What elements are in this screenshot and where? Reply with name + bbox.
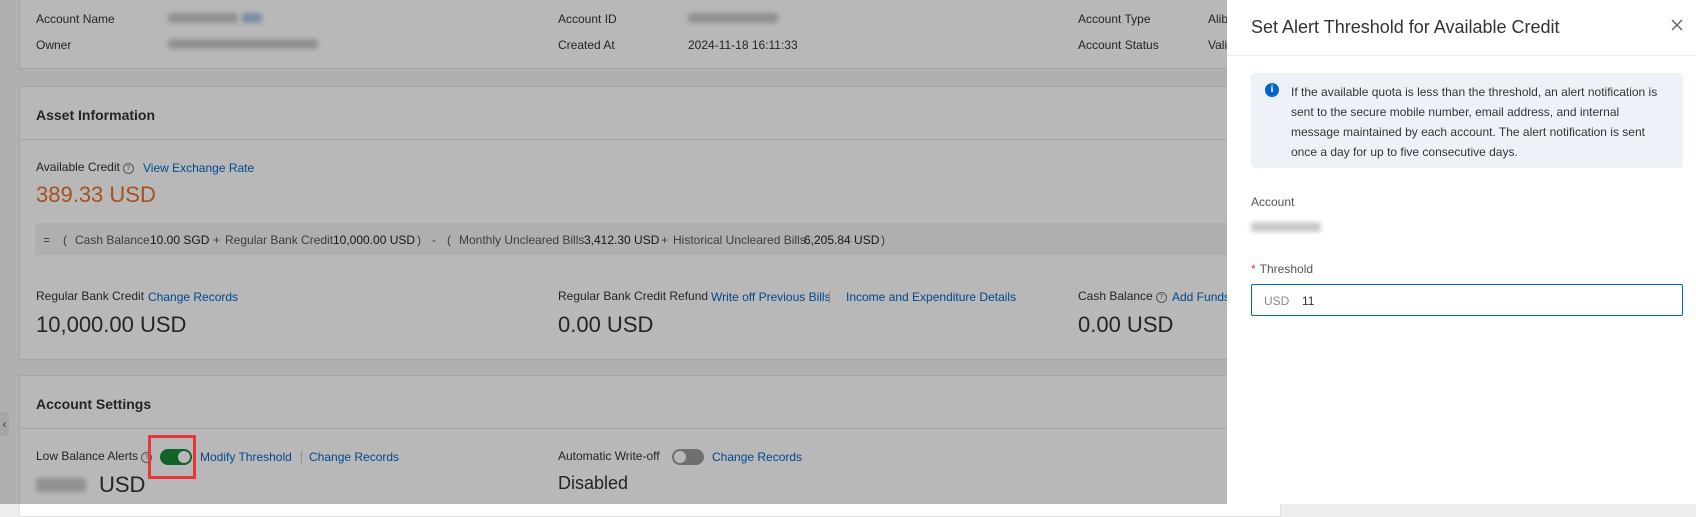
account-field-label: Account (1251, 195, 1295, 209)
threshold-input-value[interactable]: 11 (1302, 294, 1314, 308)
info-circle-icon: i (1265, 83, 1279, 97)
close-icon-svg (1671, 19, 1683, 31)
modal-mask[interactable] (0, 0, 1227, 504)
alert-threshold-drawer: Set Alert Threshold for Available Credit… (1227, 0, 1696, 504)
account-field-value (1251, 222, 1321, 232)
alert-text: If the available quota is less than the … (1291, 85, 1658, 159)
currency-prefix: USD (1264, 294, 1290, 308)
drawer-title: Set Alert Threshold for Available Credit (1251, 17, 1560, 37)
drawer-divider (1227, 55, 1696, 56)
required-mark: * (1251, 262, 1256, 276)
threshold-field-label: * Threshold (1251, 262, 1314, 276)
threshold-input[interactable]: USD 11 (1251, 284, 1683, 316)
info-alert: i If the available quota is less than th… (1251, 73, 1683, 168)
highlight-box (148, 435, 196, 479)
close-icon[interactable] (1667, 15, 1687, 35)
